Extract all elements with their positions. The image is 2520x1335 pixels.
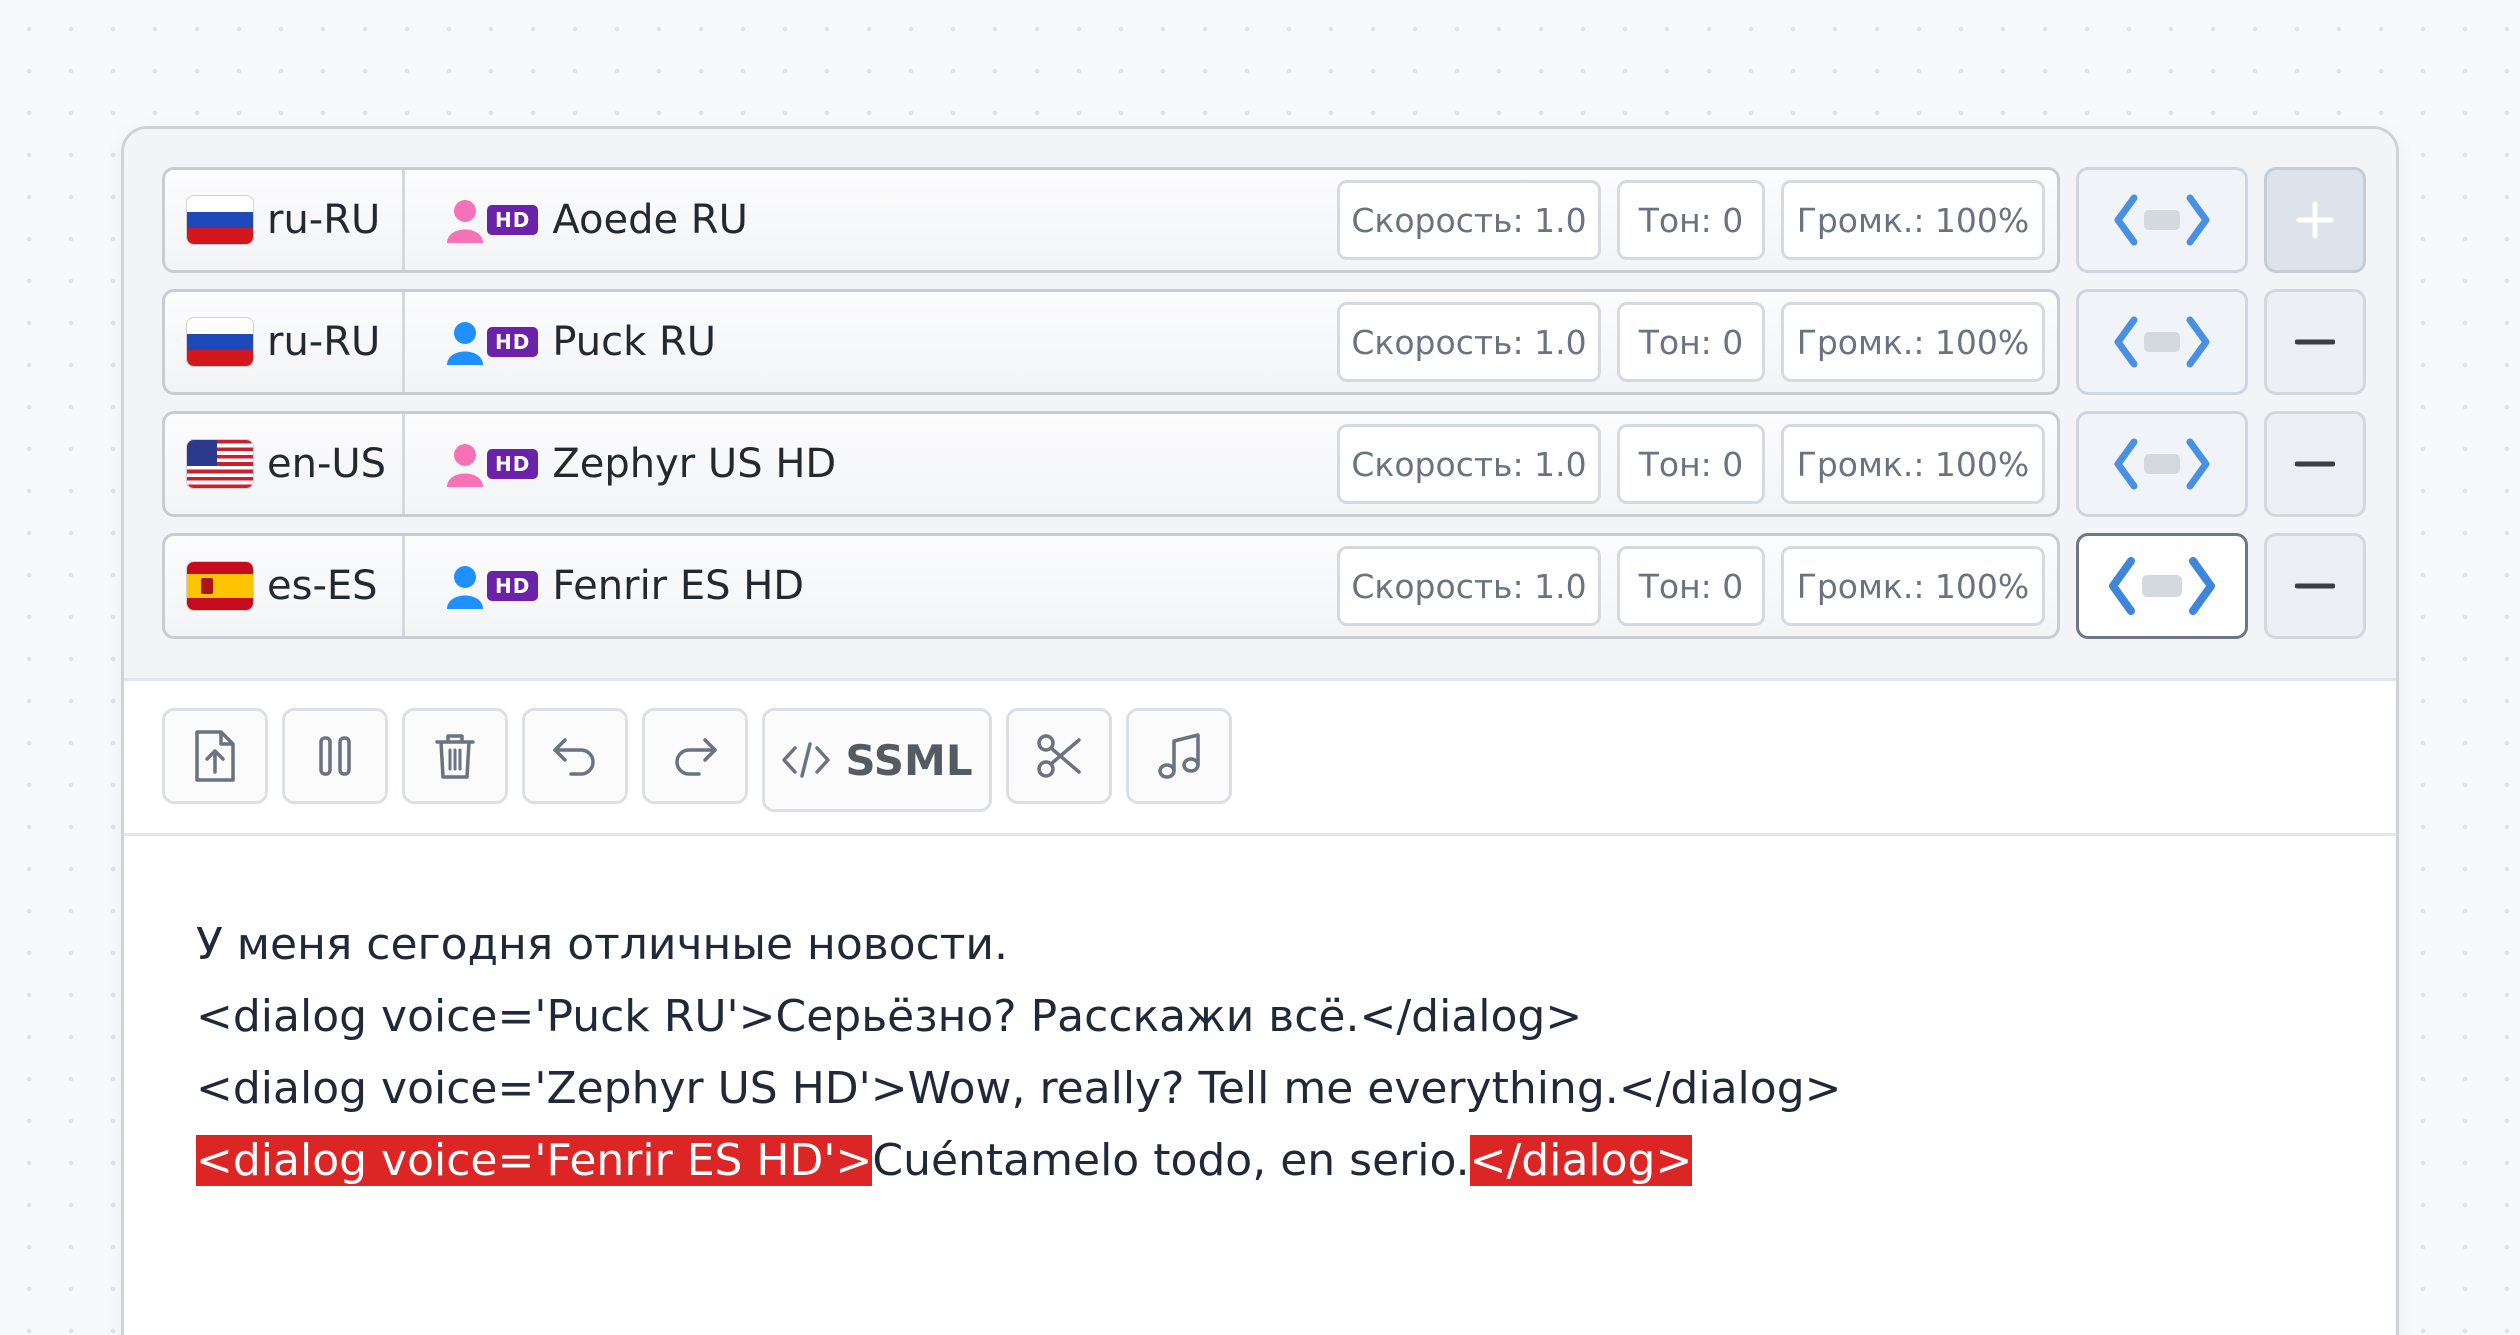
- editor-line: <dialog voice='Puck RU'>Серьёзно? Расска…: [196, 991, 1583, 1042]
- ru-flag-icon: [187, 196, 253, 244]
- es-flag-icon: [187, 562, 253, 610]
- hd-badge: HD: [487, 571, 539, 601]
- code-icon: [782, 742, 831, 778]
- minus-icon: [2295, 583, 2335, 589]
- voice-name: Aoede RU: [552, 197, 748, 243]
- plus-icon: [2296, 201, 2334, 239]
- music-note-icon: [1158, 733, 1200, 779]
- highlighted-open-tag: <dialog voice='Fenrir ES HD'>: [196, 1135, 873, 1186]
- cut-button[interactable]: [1006, 708, 1112, 804]
- ssml-toggle-button-active[interactable]: [2076, 533, 2248, 639]
- ssml-button[interactable]: SSML: [762, 708, 992, 812]
- trash-icon: [435, 734, 475, 779]
- redo-icon: [675, 738, 717, 776]
- voice-row-main: ru-RU HD Aoede RU Скорость: 1.0 Тон: 0 Г…: [162, 167, 2060, 273]
- undo-icon: [553, 738, 595, 776]
- voice-row-main: es-ES HD Fenrir ES HD Скорость: 1.0 Тон:…: [162, 533, 2060, 639]
- highlighted-close-tag: </dialog>: [1469, 1135, 1693, 1186]
- ssml-text-editor[interactable]: У меня сегодня отличные новости. <dialog…: [124, 836, 2396, 1197]
- code-toggle-icon: [2114, 194, 2210, 246]
- female-voice-icon: [447, 200, 483, 243]
- hd-badge: HD: [487, 449, 539, 479]
- voice-row: ru-RU HD Aoede RU Скорость: 1.0 Тон: 0 Г…: [162, 167, 2396, 273]
- delete-button[interactable]: [402, 708, 508, 804]
- editor-toolbar: SSML: [124, 681, 2396, 836]
- voice-row: en-US HD Zephyr US HD Скорость: 1.0 Тон:…: [162, 411, 2396, 517]
- upload-icon: [195, 730, 235, 782]
- add-voice-button[interactable]: [2264, 167, 2366, 273]
- ssml-toggle-button[interactable]: [2076, 167, 2248, 273]
- speed-button[interactable]: Скорость: 1.0: [1337, 424, 1601, 504]
- minus-icon: [2295, 461, 2335, 467]
- upload-button[interactable]: [162, 708, 268, 804]
- voice-list: ru-RU HD Aoede RU Скорость: 1.0 Тон: 0 Г…: [124, 129, 2396, 681]
- volume-button[interactable]: Громк.: 100%: [1781, 546, 2045, 626]
- male-voice-icon: [447, 566, 483, 609]
- language-select[interactable]: en-US: [165, 414, 405, 514]
- tone-button[interactable]: Тон: 0: [1617, 546, 1765, 626]
- volume-button[interactable]: Громк.: 100%: [1781, 302, 2045, 382]
- editor-line: У меня сегодня отличные новости.: [196, 919, 1009, 970]
- voice-select[interactable]: HD Aoede RU: [405, 170, 1337, 270]
- voice-select[interactable]: HD Zephyr US HD: [405, 414, 1337, 514]
- redo-button[interactable]: [642, 708, 748, 804]
- voice-name: Zephyr US HD: [552, 441, 837, 487]
- male-voice-icon: [447, 322, 483, 365]
- speed-button[interactable]: Скорость: 1.0: [1337, 546, 1601, 626]
- scissors-icon: [1037, 734, 1081, 778]
- voice-row: es-ES HD Fenrir ES HD Скорость: 1.0 Тон:…: [162, 533, 2396, 639]
- code-toggle-icon: [2109, 557, 2215, 615]
- hd-badge: HD: [487, 205, 539, 235]
- code-toggle-icon: [2114, 316, 2210, 368]
- editor-line-highlighted: <dialog voice='Fenrir ES HD'>Cuéntamelo …: [196, 1125, 2396, 1197]
- voice-row-main: ru-RU HD Puck RU Скорость: 1.0 Тон: 0 Гр…: [162, 289, 2060, 395]
- tone-button[interactable]: Тон: 0: [1617, 302, 1765, 382]
- code-toggle-icon: [2114, 438, 2210, 490]
- us-flag-icon: [187, 440, 253, 488]
- voice-row-main: en-US HD Zephyr US HD Скорость: 1.0 Тон:…: [162, 411, 2060, 517]
- ssml-button-label: SSML: [845, 735, 973, 785]
- voice-row: ru-RU HD Puck RU Скорость: 1.0 Тон: 0 Гр…: [162, 289, 2396, 395]
- voice-select[interactable]: HD Puck RU: [405, 292, 1337, 392]
- remove-voice-button[interactable]: [2264, 533, 2366, 639]
- language-label: en-US: [267, 441, 387, 487]
- tone-button[interactable]: Тон: 0: [1617, 180, 1765, 260]
- tts-panel: ru-RU HD Aoede RU Скорость: 1.0 Тон: 0 Г…: [121, 126, 2399, 1335]
- language-select[interactable]: ru-RU: [165, 292, 405, 392]
- volume-button[interactable]: Громк.: 100%: [1781, 180, 2045, 260]
- language-select[interactable]: es-ES: [165, 536, 405, 636]
- speed-button[interactable]: Скорость: 1.0: [1337, 302, 1601, 382]
- undo-button[interactable]: [522, 708, 628, 804]
- editor-line: <dialog voice='Zephyr US HD'>Wow, really…: [196, 1063, 1842, 1114]
- language-label: ru-RU: [267, 197, 381, 243]
- line-text: Cuéntamelo todo, en serio.: [872, 1135, 1470, 1186]
- minus-icon: [2295, 339, 2335, 345]
- tone-button[interactable]: Тон: 0: [1617, 424, 1765, 504]
- remove-voice-button[interactable]: [2264, 411, 2366, 517]
- voice-name: Fenrir ES HD: [552, 563, 805, 609]
- remove-voice-button[interactable]: [2264, 289, 2366, 395]
- pause-icon: [319, 736, 351, 776]
- voice-name: Puck RU: [552, 319, 717, 365]
- speed-button[interactable]: Скорость: 1.0: [1337, 180, 1601, 260]
- female-voice-icon: [447, 444, 483, 487]
- volume-button[interactable]: Громк.: 100%: [1781, 424, 2045, 504]
- ssml-toggle-button[interactable]: [2076, 289, 2248, 395]
- ssml-toggle-button[interactable]: [2076, 411, 2248, 517]
- ru-flag-icon: [187, 318, 253, 366]
- pause-button[interactable]: [282, 708, 388, 804]
- language-label: es-ES: [267, 563, 378, 609]
- music-button[interactable]: [1126, 708, 1232, 804]
- language-select[interactable]: ru-RU: [165, 170, 405, 270]
- voice-select[interactable]: HD Fenrir ES HD: [405, 536, 1337, 636]
- hd-badge: HD: [487, 327, 539, 357]
- language-label: ru-RU: [267, 319, 381, 365]
